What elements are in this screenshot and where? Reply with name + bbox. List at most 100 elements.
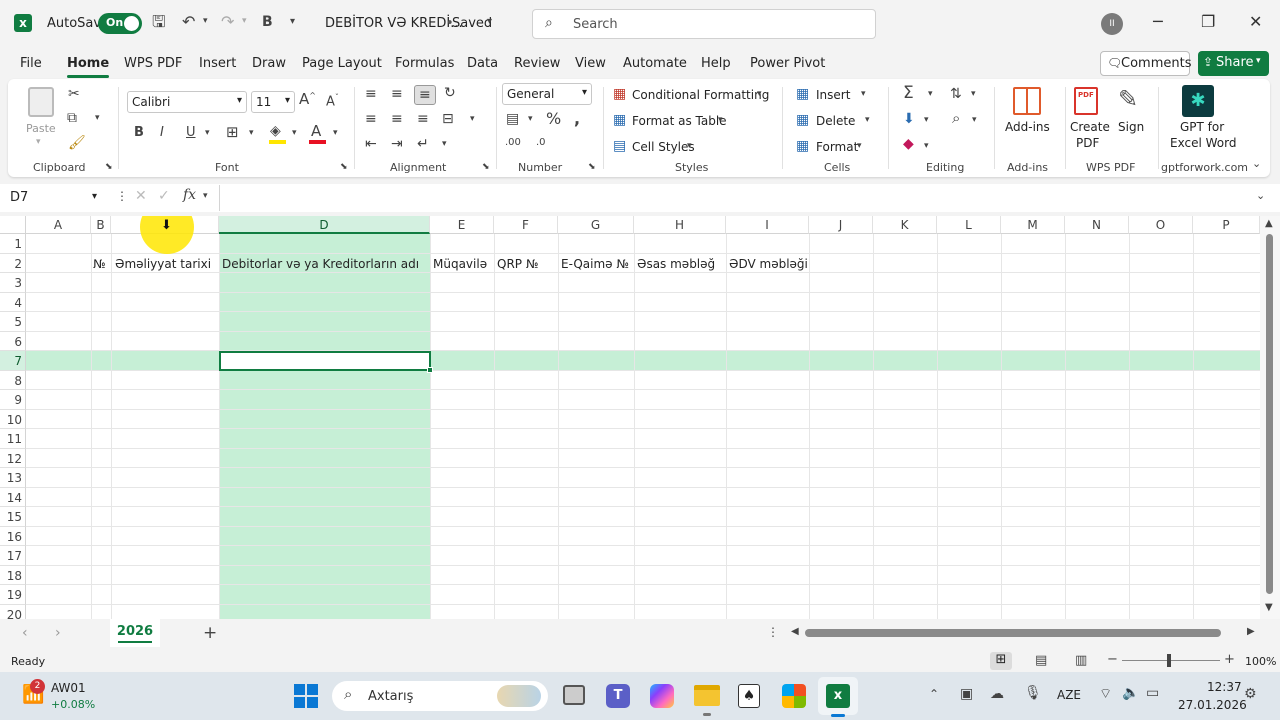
format-as-table-button[interactable]: Format as Table: [632, 114, 727, 128]
next-sheet-icon[interactable]: ›: [55, 626, 61, 640]
tab-draw[interactable]: Draw: [252, 56, 286, 71]
title-dropdown-icon[interactable]: ▾: [487, 17, 492, 27]
spreadsheet-grid[interactable]: A B D E F G H I J K L M N O P 1 2 3 4 5 …: [0, 216, 1280, 619]
save-icon[interactable]: 🖫: [152, 14, 166, 30]
conditional-formatting-dropdown-icon[interactable]: ▾: [757, 90, 762, 99]
find-select-icon[interactable]: ⌕: [952, 111, 960, 126]
row-header-6[interactable]: 6: [0, 332, 26, 351]
document-title[interactable]: DEBİTOR VƏ KREDİ...: [325, 16, 463, 31]
column-header-k[interactable]: K: [873, 216, 937, 234]
create-pdf-label-1[interactable]: Create: [1070, 120, 1110, 134]
clock-date[interactable]: 27.01.2026: [1178, 698, 1247, 712]
align-right-icon[interactable]: ≡: [417, 112, 429, 126]
column-header-e[interactable]: E: [430, 216, 494, 234]
merge-center-icon[interactable]: ⊟: [442, 112, 454, 126]
increase-indent-icon[interactable]: ⇥: [391, 137, 403, 151]
create-pdf-icon[interactable]: PDF: [1074, 87, 1098, 115]
sort-filter-dropdown-icon[interactable]: ▾: [971, 90, 976, 99]
row-header-12[interactable]: 12: [0, 449, 26, 468]
notifications-icon[interactable]: ⚙: [1244, 687, 1257, 701]
row-header-5[interactable]: 5: [0, 312, 26, 332]
zoom-slider-thumb[interactable]: [1167, 654, 1171, 667]
format-cells-button[interactable]: Format: [816, 140, 858, 154]
cell-b2[interactable]: №: [93, 257, 105, 271]
increase-font-icon[interactable]: A^: [299, 92, 316, 107]
teams-icon[interactable]: T: [606, 684, 630, 708]
number-format-dropdown-icon[interactable]: ▾: [582, 87, 587, 98]
column-header-b[interactable]: B: [91, 216, 111, 234]
merge-dropdown-icon[interactable]: ▾: [470, 115, 475, 124]
cell-d2[interactable]: Debitorlar və ya Kreditorların adı: [222, 257, 428, 271]
insert-cells-button[interactable]: Insert: [816, 88, 850, 102]
customize-qat-icon[interactable]: ▾: [290, 17, 295, 27]
prev-sheet-icon[interactable]: ‹: [22, 626, 28, 640]
wifi-icon[interactable]: ⌔: [1099, 687, 1112, 701]
add-ins-button[interactable]: Add-ins: [1005, 120, 1050, 134]
column-header-i[interactable]: I: [726, 216, 809, 234]
cloud-icon[interactable]: ☁: [990, 687, 1004, 701]
font-color-dropdown-icon[interactable]: ▾: [333, 129, 338, 138]
undo-dropdown-icon[interactable]: ▾: [203, 17, 208, 26]
zoom-level[interactable]: 100%: [1245, 655, 1276, 668]
tab-insert[interactable]: Insert: [199, 56, 236, 71]
vertical-scrollbar[interactable]: ▲ ▼: [1260, 216, 1280, 619]
wrap-dropdown-icon[interactable]: ▾: [442, 140, 447, 149]
column-header-m[interactable]: M: [1001, 216, 1065, 234]
insert-cells-dropdown-icon[interactable]: ▾: [861, 90, 866, 99]
battery-icon[interactable]: ▭: [1146, 686, 1159, 700]
paste-icon[interactable]: [28, 87, 54, 117]
row-header-18[interactable]: 18: [0, 566, 26, 585]
tab-help[interactable]: Help: [701, 56, 731, 71]
tab-wps-pdf[interactable]: WPS PDF: [124, 56, 182, 71]
tab-page-layout[interactable]: Page Layout: [302, 56, 382, 71]
underline-dropdown-icon[interactable]: ▾: [205, 129, 210, 138]
zoom-out-icon[interactable]: −: [1107, 653, 1118, 666]
ribbon-collapse-icon[interactable]: ⌄: [1252, 158, 1261, 169]
align-center-icon[interactable]: ≡: [391, 112, 403, 126]
stock-ticker-name[interactable]: AW01: [51, 681, 86, 695]
percent-icon[interactable]: %: [546, 111, 561, 127]
conditional-formatting-icon[interactable]: ▦: [613, 87, 626, 101]
row-header-8[interactable]: 8: [0, 371, 26, 390]
tab-data[interactable]: Data: [467, 56, 498, 71]
clipboard-launcher-icon[interactable]: ⬊: [105, 163, 113, 172]
row-header-13[interactable]: 13: [0, 468, 26, 488]
volume-icon[interactable]: 🔈: [1122, 686, 1139, 700]
autosave-toggle[interactable]: On: [98, 13, 142, 34]
row-header-14[interactable]: 14: [0, 488, 26, 507]
font-color-icon[interactable]: A: [311, 124, 321, 139]
column-header-l[interactable]: L: [937, 216, 1001, 234]
fill-color-dropdown-icon[interactable]: ▾: [292, 129, 297, 138]
name-box-dropdown-icon[interactable]: ▾: [92, 191, 97, 202]
taskbar-search[interactable]: ⌕ Axtarış: [332, 681, 548, 711]
wrap-text-icon[interactable]: ↵: [417, 137, 429, 151]
conditional-formatting-button[interactable]: Conditional Formatting: [632, 88, 769, 102]
accounting-dropdown-icon[interactable]: ▾: [528, 115, 533, 124]
column-header-n[interactable]: N: [1065, 216, 1129, 234]
tab-review[interactable]: Review: [514, 56, 560, 71]
underline-icon[interactable]: U: [186, 126, 196, 139]
delete-cells-icon[interactable]: ▦: [796, 113, 809, 127]
clear-icon[interactable]: ◆: [903, 137, 914, 151]
column-header-h[interactable]: H: [634, 216, 726, 234]
redo-icon[interactable]: ↷: [221, 14, 234, 30]
select-all-corner[interactable]: [0, 216, 26, 234]
increase-decimal-icon[interactable]: .00: [505, 138, 521, 148]
store-icon[interactable]: [782, 684, 806, 708]
zoom-in-icon[interactable]: +: [1224, 653, 1235, 666]
tab-home[interactable]: Home: [67, 56, 110, 78]
taskbar-excel-icon[interactable]: x: [826, 684, 850, 708]
paste-dropdown-icon[interactable]: ▾: [36, 138, 41, 147]
row-header-10[interactable]: 10: [0, 410, 26, 429]
vertical-scroll-thumb[interactable]: [1266, 234, 1273, 594]
align-bottom-icon[interactable]: ≡: [414, 85, 436, 105]
align-left-icon[interactable]: ≡: [365, 112, 377, 126]
find-select-dropdown-icon[interactable]: ▾: [972, 116, 977, 125]
name-box[interactable]: D7 ▾: [6, 187, 106, 209]
number-format-combo[interactable]: General ▾: [502, 83, 592, 105]
insert-cells-icon[interactable]: ▦: [796, 87, 809, 101]
row-header-9[interactable]: 9: [0, 390, 26, 410]
font-name-dropdown-icon[interactable]: ▾: [237, 95, 242, 106]
cell-i2[interactable]: ƏDV məbləği: [729, 257, 809, 271]
cut-icon[interactable]: ✂: [68, 87, 80, 101]
